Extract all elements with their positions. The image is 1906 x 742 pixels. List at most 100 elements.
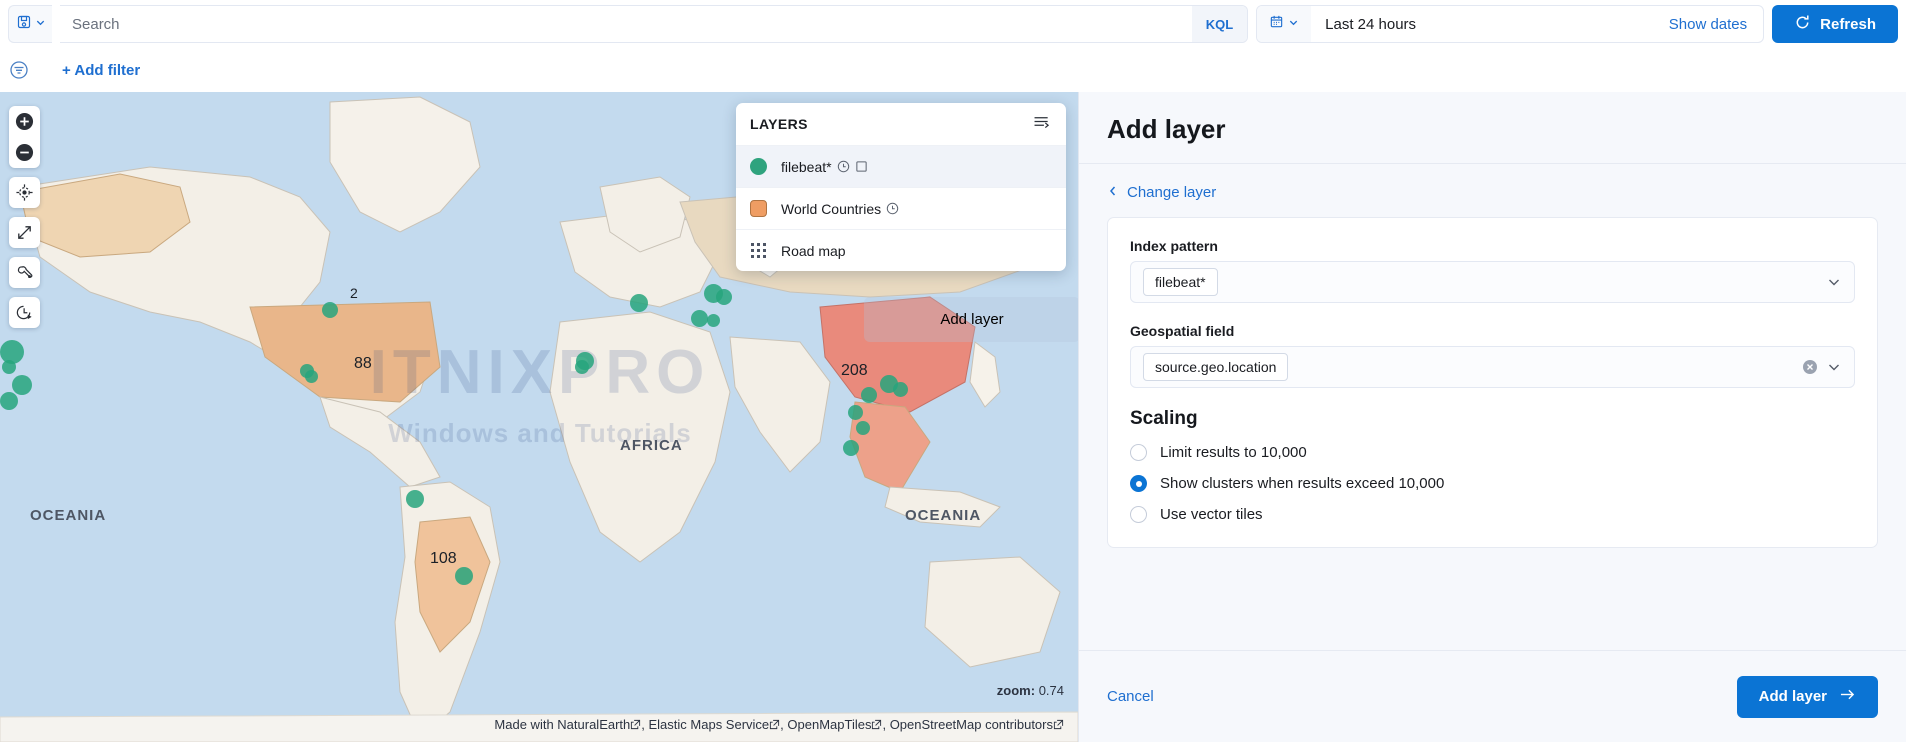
attribution-link-osm[interactable]: OpenStreetMap contributors	[890, 717, 1053, 732]
cluster-marker[interactable]	[455, 567, 473, 585]
add-filter-button[interactable]: + Add filter	[62, 62, 140, 79]
cluster-marker[interactable]	[630, 294, 648, 312]
search-input[interactable]	[60, 6, 1192, 42]
arrow-right-icon	[1839, 687, 1856, 706]
clear-circle-icon[interactable]	[1802, 359, 1818, 375]
cluster-marker[interactable]	[305, 370, 318, 383]
chevron-down-icon[interactable]	[1826, 274, 1842, 290]
radio-button[interactable]	[1130, 444, 1147, 461]
cancel-button[interactable]: Cancel	[1107, 688, 1154, 705]
scaling-option-show-clusters[interactable]: Show clusters when results exceed 10,000	[1130, 475, 1855, 492]
refresh-button[interactable]: Refresh	[1772, 5, 1898, 43]
radio-button-selected[interactable]	[1130, 475, 1147, 492]
map-attribution: Made with NaturalEarth, Elastic Maps Ser…	[494, 717, 1064, 732]
zoom-out-icon[interactable]	[9, 137, 40, 168]
chevron-down-icon	[35, 15, 46, 33]
layer-name-wrapper: filebeat*	[781, 159, 868, 175]
layer-label: filebeat*	[781, 158, 832, 175]
geospatial-field-select[interactable]: source.geo.location	[1130, 346, 1855, 388]
cluster-marker[interactable]	[406, 490, 424, 508]
zoom-value: 0.74	[1038, 683, 1064, 698]
draw-tools-control	[9, 257, 40, 288]
flyout-footer: Cancel Add layer	[1079, 650, 1906, 742]
search-field-wrapper: KQL	[60, 5, 1249, 43]
cluster-marker[interactable]	[322, 302, 338, 318]
save-disk-icon	[16, 14, 32, 35]
layer-label: World Countries	[781, 200, 882, 217]
add-layer-submit-label: Add layer	[1758, 688, 1827, 705]
layer-swatch-square-icon	[750, 200, 767, 217]
layer-row-world-countries[interactable]: World Countries	[736, 187, 1066, 229]
fit-to-data-control	[9, 177, 40, 208]
index-pattern-value: filebeat*	[1143, 268, 1218, 296]
date-quick-menu-button[interactable]	[1257, 6, 1312, 42]
index-pattern-select[interactable]: filebeat*	[1130, 261, 1855, 303]
refresh-label: Refresh	[1820, 15, 1876, 33]
cluster-marker[interactable]	[12, 375, 32, 395]
clock-icon	[886, 202, 899, 215]
cluster-marker[interactable]	[893, 382, 908, 397]
kibana-maps-app: KQL Last 24 hours Show dates	[0, 0, 1906, 742]
cluster-marker[interactable]	[576, 352, 594, 370]
external-link-icon	[630, 718, 641, 730]
layer-row-road-map[interactable]: Road map	[736, 229, 1066, 271]
cluster-marker[interactable]	[843, 440, 859, 456]
map-controls	[9, 106, 40, 328]
cluster-marker[interactable]	[2, 360, 16, 374]
cluster-count-label: 88	[354, 355, 372, 372]
cluster-marker[interactable]	[856, 421, 870, 435]
external-link-icon	[1053, 718, 1064, 730]
layer-settings-card: Index pattern filebeat* Geospatial field…	[1107, 217, 1878, 548]
fullscreen-control	[9, 217, 40, 248]
date-range-value[interactable]: Last 24 hours	[1311, 16, 1669, 33]
flyout-body: Change layer Index pattern filebeat* Geo…	[1079, 164, 1906, 650]
geospatial-field-value: source.geo.location	[1143, 353, 1289, 381]
cluster-marker[interactable]	[848, 405, 863, 420]
layer-swatch-grid-icon	[750, 242, 767, 259]
geospatial-field-label: Geospatial field	[1130, 323, 1235, 339]
filter-icon[interactable]	[8, 59, 30, 81]
clock-play-icon[interactable]	[9, 297, 40, 328]
scaling-option-vector-tiles[interactable]: Use vector tiles	[1130, 506, 1855, 523]
layer-label: Road map	[781, 242, 846, 259]
index-pattern-label: Index pattern	[1130, 238, 1218, 254]
radio-button[interactable]	[1130, 506, 1147, 523]
cluster-marker[interactable]	[716, 289, 732, 305]
zoom-in-icon[interactable]	[9, 106, 40, 137]
add-layer-submit-button[interactable]: Add layer	[1736, 675, 1878, 718]
cluster-count-label: 2	[350, 285, 358, 301]
zoom-control-group	[9, 106, 40, 168]
scaling-option-label: Show clusters when results exceed 10,000	[1160, 475, 1445, 492]
timeslider-control	[9, 297, 40, 328]
zoom-label-text: zoom:	[996, 683, 1036, 698]
cluster-marker[interactable]	[691, 310, 708, 327]
layer-row-filebeat[interactable]: filebeat*	[736, 145, 1066, 187]
chevron-down-icon	[1288, 15, 1299, 33]
kql-language-button[interactable]: KQL	[1191, 6, 1248, 42]
attribution-link-naturalearth[interactable]: Made with NaturalEarth	[494, 717, 630, 732]
flyout-title: Add layer	[1107, 114, 1226, 144]
scaling-option-limit-results[interactable]: Limit results to 10,000	[1130, 444, 1855, 461]
add-layer-flyout: Add layer Change layer Index pattern fil…	[1078, 92, 1906, 742]
fit-to-data-icon[interactable]	[9, 177, 40, 208]
cluster-marker[interactable]	[861, 387, 877, 403]
change-layer-label: Change layer	[1127, 184, 1217, 201]
attribution-link-elastic-maps[interactable]: Elastic Maps Service	[649, 717, 770, 732]
attribution-link-openmaptiles[interactable]: OpenMapTiles	[787, 717, 871, 732]
layer-swatch-circle-icon	[750, 158, 767, 175]
chevron-down-icon[interactable]	[1826, 359, 1842, 375]
fullscreen-icon[interactable]	[9, 217, 40, 248]
saved-query-menu-button[interactable]	[8, 5, 52, 43]
show-dates-button[interactable]: Show dates	[1669, 16, 1763, 33]
filter-bar: + Add filter	[0, 48, 1906, 92]
chevron-left-icon	[1107, 184, 1119, 201]
sort-list-icon[interactable]	[1033, 114, 1052, 134]
square-icon	[855, 160, 868, 173]
layer-name-wrapper: World Countries	[781, 201, 899, 217]
cluster-marker[interactable]	[707, 314, 720, 327]
wrench-icon[interactable]	[9, 257, 40, 288]
clock-icon	[837, 160, 850, 173]
cluster-marker[interactable]	[0, 392, 18, 410]
change-layer-button[interactable]: Change layer	[1107, 184, 1878, 201]
layers-panel-title: LAYERS	[750, 116, 808, 132]
